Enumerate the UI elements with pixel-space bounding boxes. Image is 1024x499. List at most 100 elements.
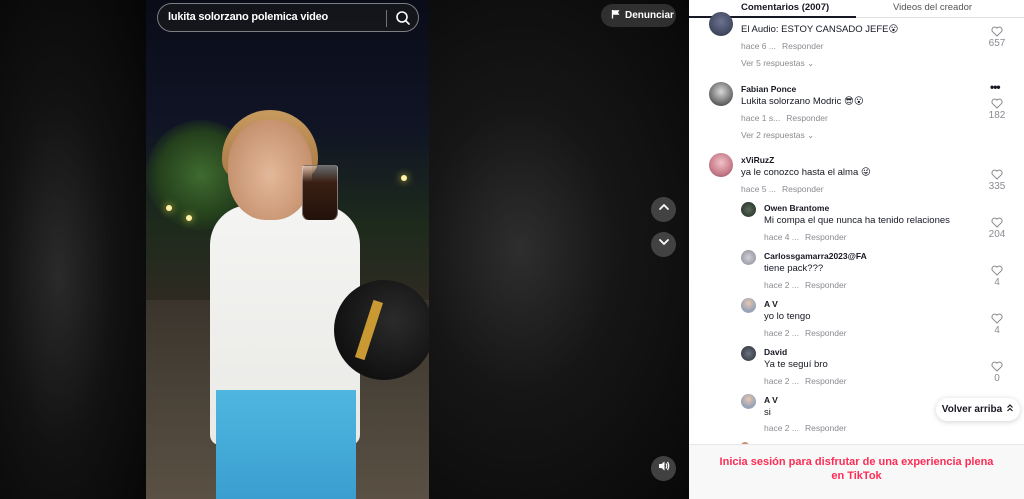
comment-username[interactable]: xViRuzZ [741, 155, 774, 165]
comment-time: hace 5 ... [741, 184, 776, 194]
comment-text: El Audio: ESTOY CANSADO JEFE😮 [741, 24, 899, 35]
like-count: 335 [988, 181, 1006, 192]
heart-icon [987, 313, 1007, 324]
tab-comments[interactable]: Comentarios (2007) [741, 2, 829, 13]
reply-username[interactable]: A V [764, 299, 778, 309]
avatar[interactable] [741, 250, 756, 265]
reply-username[interactable]: Carlossgamarra2023@FA [764, 251, 867, 261]
comments-panel: Comentarios (2007) Videos del creador El… [689, 0, 1024, 499]
reply-text: si [764, 407, 771, 418]
reply-time: hace 2 ... [764, 376, 799, 386]
like-button[interactable]: 657 [987, 26, 1007, 49]
search-icon[interactable] [394, 9, 412, 27]
reply-meta: hace 2 ... Responder [764, 376, 847, 386]
reply-text: Mi compa el que nunca ha tenido relacion… [764, 215, 950, 226]
like-button[interactable]: 335 [987, 169, 1007, 192]
search-input[interactable]: lukita solorzano polemica video [168, 11, 328, 23]
avatar[interactable] [741, 346, 756, 361]
blurred-background-right [429, 0, 689, 499]
view-replies-button[interactable]: Ver 5 respuestas ⌄ [741, 58, 814, 69]
reply-text: yo lo tengo [764, 311, 811, 322]
heart-icon [987, 265, 1007, 276]
like-count: 4 [994, 325, 1000, 336]
reply-time: hace 2 ... [764, 280, 799, 290]
heart-icon [987, 26, 1007, 37]
previous-video-button[interactable] [651, 197, 676, 222]
chevron-up-icon [657, 200, 671, 219]
avatar[interactable] [709, 12, 733, 36]
chevron-down-icon: ⌄ [807, 130, 815, 140]
flag-icon [611, 9, 621, 22]
comment-meta: hace 6 ... Responder [741, 41, 824, 51]
like-button[interactable]: 4 [987, 313, 1007, 336]
avatar[interactable] [741, 298, 756, 313]
reply-meta: hace 2 ... Responder [764, 423, 847, 433]
search-bar[interactable]: lukita solorzano polemica video [157, 3, 419, 32]
avatar[interactable] [709, 82, 733, 106]
like-count: 182 [988, 110, 1006, 121]
view-replies-button[interactable]: Ver 2 respuestas ⌄ [741, 130, 814, 141]
video-scene-light [186, 215, 192, 221]
like-button[interactable]: 0 [987, 361, 1007, 384]
back-to-top-button[interactable]: Volver arriba [936, 398, 1020, 421]
volume-button[interactable] [651, 456, 676, 481]
report-label: Denunciar [625, 10, 674, 21]
avatar[interactable] [741, 394, 756, 409]
like-count: 4 [994, 277, 1000, 288]
reply-meta: hace 2 ... Responder [764, 328, 847, 338]
like-count: 657 [988, 38, 1006, 49]
reply-button[interactable]: Responder [782, 184, 824, 194]
blurred-background-left [0, 0, 146, 499]
reply-button[interactable]: Responder [805, 376, 847, 386]
comment-text: Lukita solorzano Modric 😎😮 [741, 96, 864, 107]
heart-icon [987, 361, 1007, 372]
heart-icon [987, 217, 1007, 228]
login-banner[interactable]: Inicia sesión para disfrutar de una expe… [689, 444, 1024, 499]
chevron-down-icon [657, 235, 671, 254]
reply-meta: hace 2 ... Responder [764, 280, 847, 290]
video-subject-hat [334, 280, 429, 380]
more-icon[interactable]: ••• [990, 80, 1001, 94]
like-button[interactable]: 204 [987, 217, 1007, 240]
reply-username[interactable]: David [764, 347, 787, 357]
comment-meta: hace 1 s... Responder [741, 113, 828, 123]
reply-button[interactable]: Responder [805, 423, 847, 433]
like-button[interactable]: 182 [987, 98, 1007, 121]
login-prompt-line2[interactable]: en TikTok [689, 469, 1024, 483]
video-player[interactable] [146, 0, 429, 499]
tab-bar: Comentarios (2007) Videos del creador [689, 0, 1024, 18]
reply-username[interactable]: Owen Brantome [764, 203, 829, 213]
comment-text: ya le conozco hasta el alma 😜 [741, 167, 871, 178]
reply-button[interactable]: Responder [805, 232, 847, 242]
avatar[interactable] [741, 202, 756, 217]
video-scene-light [401, 175, 407, 181]
reply-meta: hace 4 ... Responder [764, 232, 847, 242]
view-replies-label: Ver 5 respuestas [741, 58, 805, 68]
video-subject-head [228, 120, 312, 220]
like-count: 204 [988, 229, 1006, 240]
tab-creator-videos[interactable]: Videos del creador [893, 2, 972, 13]
reply-text: Ya te seguí bro [764, 359, 828, 370]
video-area: lukita solorzano polemica video Denuncia… [0, 0, 689, 499]
reply-button[interactable]: Responder [786, 113, 828, 123]
comment-username[interactable]: Fabian Ponce [741, 84, 796, 94]
search-divider [386, 10, 387, 27]
heart-icon [987, 169, 1007, 180]
view-replies-label: Ver 2 respuestas [741, 130, 805, 140]
video-subject-skirt [216, 390, 356, 499]
reply-button[interactable]: Responder [782, 41, 824, 51]
comment-meta: hace 5 ... Responder [741, 184, 824, 194]
like-button[interactable]: 4 [987, 265, 1007, 288]
avatar[interactable] [709, 153, 733, 177]
reply-button[interactable]: Responder [805, 328, 847, 338]
next-video-button[interactable] [651, 232, 676, 257]
chevron-down-icon: ⌄ [807, 58, 815, 68]
reply-time: hace 2 ... [764, 328, 799, 338]
reply-username[interactable]: A V [764, 395, 778, 405]
comment-time: hace 1 s... [741, 113, 781, 123]
video-subject-cup [302, 165, 338, 221]
report-button[interactable]: Denunciar [601, 4, 676, 27]
back-to-top-label: Volver arriba [941, 404, 1003, 415]
login-prompt-line1[interactable]: Inicia sesión para disfrutar de una expe… [689, 455, 1024, 469]
reply-button[interactable]: Responder [805, 280, 847, 290]
